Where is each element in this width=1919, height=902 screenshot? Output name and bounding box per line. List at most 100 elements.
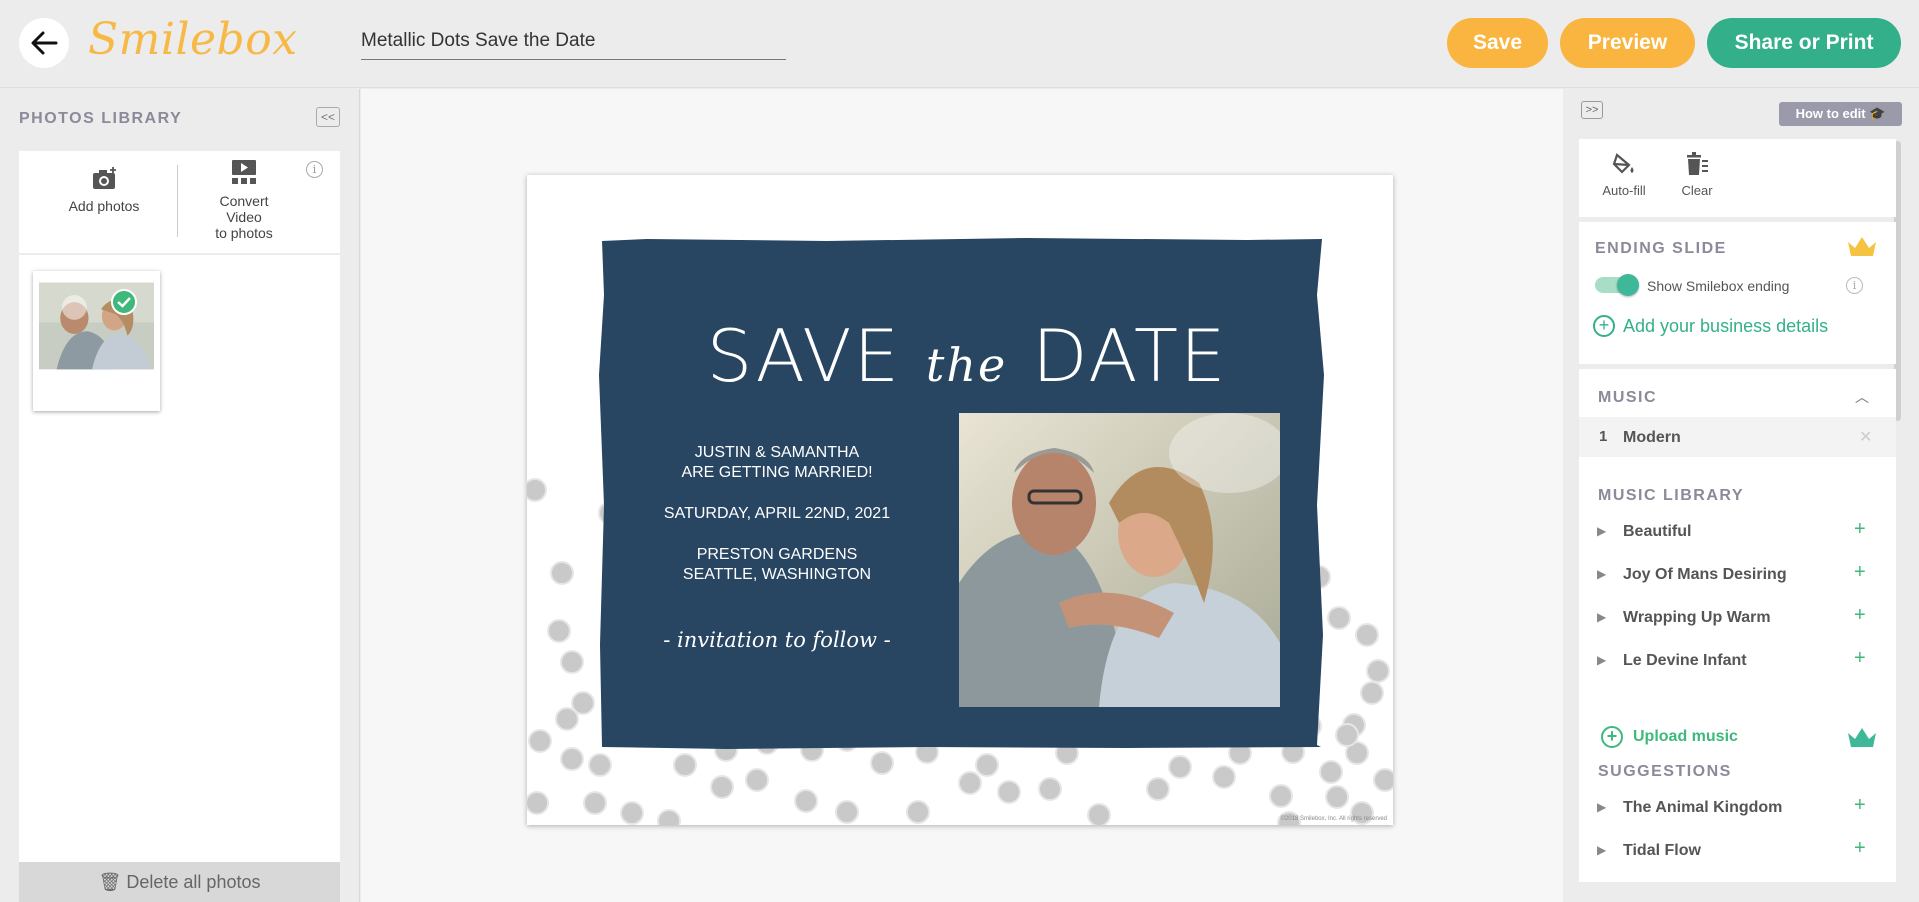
metallic-dot <box>794 789 818 813</box>
show-ending-label: Show Smilebox ending <box>1647 278 1790 294</box>
auto-fill-label: Auto-fill <box>1602 183 1646 198</box>
venue-text: PRESTON GARDENS SEATTLE, WASHINGTON <box>647 545 907 585</box>
music-library-title: MUSIC LIBRARY <box>1598 487 1745 504</box>
track-name: Beautiful <box>1623 523 1692 540</box>
video-to-photos-icon <box>232 160 256 184</box>
add-track-icon[interactable]: + <box>1854 561 1866 584</box>
library-track[interactable]: ▶ Joy Of Mans Desiring + <box>1579 557 1896 593</box>
how-to-edit-label: How to edit <box>1795 106 1866 121</box>
ending-slide-title: ENDING SLIDE <box>1595 240 1727 257</box>
copyright-text: ©2018 Smilebox, Inc. All rights reserved <box>1280 816 1387 822</box>
convert-video-button[interactable]: Convert Video to photos <box>199 159 289 241</box>
add-business-details-button[interactable]: + Add your business details <box>1593 315 1828 337</box>
paint-bucket-icon <box>1612 153 1634 174</box>
add-photos-button[interactable]: Add photos <box>49 166 159 214</box>
metallic-dot <box>527 478 547 502</box>
track-name: Tidal Flow <box>1623 842 1701 859</box>
add-track-icon[interactable]: + <box>1854 604 1866 627</box>
add-business-label: Add your business details <box>1623 315 1829 336</box>
convert-video-line3: to photos <box>215 225 273 241</box>
delete-all-label: Delete all photos <box>126 871 261 892</box>
metallic-dot <box>1360 681 1384 705</box>
ending-slide-section: ENDING SLIDE Show Smilebox ending i + Ad… <box>1579 222 1896 364</box>
play-icon[interactable]: ▶ <box>1597 843 1606 857</box>
smilebox-logo: Smilebox <box>88 14 298 65</box>
play-icon[interactable]: ▶ <box>1597 567 1606 581</box>
save-button[interactable]: Save <box>1447 18 1548 68</box>
photos-library-title: PHOTOS LIBRARY <box>19 110 183 127</box>
couple-line2: ARE GETTING MARRIED! <box>681 464 873 481</box>
clear-trash-icon <box>1687 152 1708 175</box>
back-button[interactable] <box>19 18 69 68</box>
metallic-dot <box>906 800 930 824</box>
convert-video-line2: Video <box>226 209 262 225</box>
upload-music-label: Upload music <box>1633 728 1738 745</box>
metallic-dot <box>560 747 584 771</box>
upload-music-button[interactable]: + Upload music <box>1601 726 1738 748</box>
add-photos-label: Add photos <box>68 198 140 214</box>
metallic-dot <box>1373 768 1393 792</box>
app-header: Smilebox Save Preview Share or Print <box>0 0 1919 88</box>
event-date: SATURDAY, APRIL 22ND, 2021 <box>663 505 891 522</box>
metallic-dot <box>657 809 681 825</box>
headline-date: DATE <box>1032 314 1228 398</box>
headline-the: the <box>925 338 1008 392</box>
metallic-dot <box>710 775 734 799</box>
venue-line2: SEATTLE, WASHINGTON <box>682 566 872 583</box>
selected-check-icon <box>111 289 137 315</box>
metallic-dot <box>555 707 579 731</box>
how-to-edit-button[interactable]: How to edit 🎓 <box>1779 102 1902 126</box>
add-track-icon[interactable]: + <box>1854 794 1866 817</box>
metallic-dot <box>1355 623 1379 647</box>
delete-all-photos-button[interactable]: 🗑 Delete all photos <box>19 862 340 902</box>
play-icon[interactable]: ▶ <box>1597 653 1606 667</box>
metallic-dot <box>997 780 1021 804</box>
info-icon[interactable]: i <box>1846 277 1863 294</box>
metallic-dot <box>620 801 644 825</box>
library-track[interactable]: ▶ Beautiful + <box>1579 514 1896 550</box>
play-icon[interactable]: ▶ <box>1597 800 1606 814</box>
library-track[interactable]: ▶ Wrapping Up Warm + <box>1579 600 1896 636</box>
couple-photo[interactable] <box>959 413 1280 707</box>
auto-fill-button[interactable]: Auto-fill <box>1589 151 1659 198</box>
library-track[interactable]: ▶ Le Devine Infant + <box>1579 643 1896 679</box>
project-title-input[interactable] <box>361 22 786 60</box>
add-track-icon[interactable]: + <box>1854 647 1866 670</box>
suggested-track[interactable]: ▶ Tidal Flow + <box>1579 833 1896 869</box>
metallic-dot <box>528 729 552 753</box>
metallic-dot <box>527 791 549 815</box>
info-icon[interactable]: i <box>306 161 323 178</box>
suggested-track[interactable]: ▶ The Animal Kingdom + <box>1579 790 1896 826</box>
track-name: Modern <box>1623 429 1681 446</box>
metallic-dot <box>1168 755 1192 779</box>
add-track-icon[interactable]: + <box>1854 518 1866 541</box>
add-track-icon[interactable]: + <box>1854 837 1866 860</box>
clear-button[interactable]: Clear <box>1667 151 1727 198</box>
play-icon[interactable]: ▶ <box>1597 524 1606 538</box>
play-icon[interactable]: ▶ <box>1597 610 1606 624</box>
remove-track-icon[interactable]: ✕ <box>1859 427 1872 447</box>
photo-thumbnail[interactable] <box>33 271 160 411</box>
preview-button[interactable]: Preview <box>1560 18 1695 68</box>
metallic-dot <box>588 753 612 777</box>
selected-track[interactable]: 1 Modern ✕ <box>1579 417 1896 457</box>
arrow-left-icon <box>31 31 58 55</box>
collapse-right-panel-button[interactable]: >> <box>1581 101 1603 119</box>
photo-grid <box>19 255 340 864</box>
premium-crown-icon <box>1848 728 1876 747</box>
plus-circle-icon: + <box>1593 315 1615 337</box>
track-name: Joy Of Mans Desiring <box>1623 566 1787 583</box>
metallic-dot <box>1087 803 1111 825</box>
tools-divider <box>177 165 178 237</box>
metallic-dot <box>1212 765 1236 789</box>
graduation-cap-icon: 🎓 <box>1869 106 1886 121</box>
metallic-dot <box>1146 777 1170 801</box>
save-the-date-card[interactable]: SAVE the DATE JUSTIN & SAMANTHA ARE GETT… <box>527 175 1393 825</box>
chevron-up-icon[interactable]: ︿ <box>1855 387 1869 407</box>
headline-save: SAVE <box>706 314 901 398</box>
share-or-print-button[interactable]: Share or Print <box>1707 18 1901 68</box>
show-ending-toggle[interactable] <box>1595 274 1639 296</box>
track-name: Le Devine Infant <box>1623 652 1747 669</box>
editor-canvas: SAVE the DATE JUSTIN & SAMANTHA ARE GETT… <box>361 89 1563 902</box>
collapse-left-panel-button[interactable]: << <box>316 107 340 127</box>
